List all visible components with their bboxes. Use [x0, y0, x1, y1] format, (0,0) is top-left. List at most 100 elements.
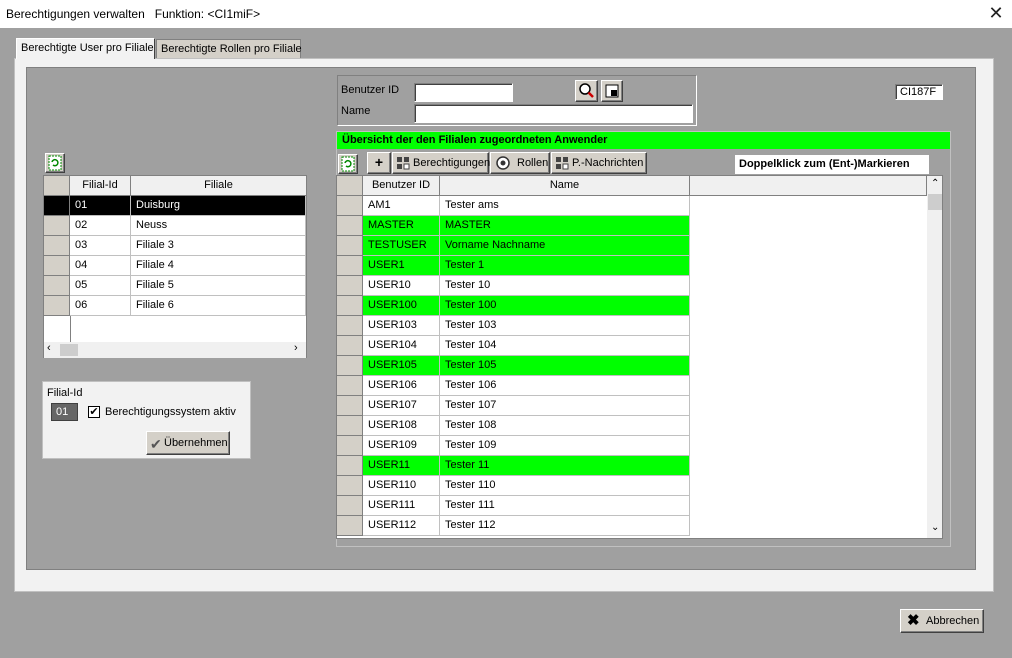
grid-divider	[70, 316, 71, 342]
cancel-button[interactable]: ✖ Abbrechen	[900, 609, 984, 633]
table-row[interactable]: USER111 Tester 111	[337, 496, 927, 516]
table-row[interactable]: 01 Duisburg	[44, 196, 306, 216]
window-title: Berechtigungen verwalten Funktion: <CI1m…	[6, 7, 261, 21]
name-input[interactable]	[414, 104, 693, 123]
apply-button[interactable]: ✔ Übernehmen	[146, 431, 230, 455]
branch-h-scrollbar[interactable]: ‹ ›	[44, 342, 306, 358]
table-row[interactable]: USER112 Tester 112	[337, 516, 927, 536]
table-row[interactable]: USER104 Tester 104	[337, 336, 927, 356]
table-row[interactable]: USER11 Tester 11	[337, 456, 927, 476]
branch-id-cell: 05	[70, 276, 131, 296]
clear-button[interactable]	[601, 80, 623, 102]
user-id-cell: USER1	[363, 256, 440, 276]
user-id-cell: USER109	[363, 436, 440, 456]
scroll-thumb[interactable]	[60, 344, 78, 356]
table-row[interactable]: USER103 Tester 103	[337, 316, 927, 336]
table-row[interactable]: 04 Filiale 4	[44, 256, 306, 276]
close-icon[interactable]: ✕	[984, 2, 1008, 24]
table-row[interactable]: 03 Filiale 3	[44, 236, 306, 256]
user-id-cell: USER107	[363, 396, 440, 416]
table-row[interactable]: 02 Neuss	[44, 216, 306, 236]
col-header-user-id[interactable]: Benutzer ID	[363, 176, 440, 196]
row-indicator[interactable]	[44, 276, 70, 296]
table-row[interactable]: MASTER MASTER	[337, 216, 927, 236]
chevron-down-icon[interactable]: ⌄	[931, 522, 939, 533]
row-indicator[interactable]	[44, 236, 70, 256]
messages-button[interactable]: P.-Nachrichten	[551, 152, 647, 174]
row-indicator[interactable]	[337, 496, 363, 516]
permissions-button[interactable]: Berechtigungen	[392, 152, 491, 174]
row-indicator[interactable]	[337, 336, 363, 356]
row-indicator[interactable]	[337, 476, 363, 496]
row-indicator[interactable]	[337, 356, 363, 376]
users-panel-header: Übersicht der den Filialen zugeordneten …	[337, 132, 950, 149]
table-row[interactable]: USER10 Tester 10	[337, 276, 927, 296]
row-indicator[interactable]	[337, 516, 363, 536]
add-user-button[interactable]: +	[367, 152, 391, 174]
branch-name-cell: Duisburg	[131, 196, 306, 216]
tab-roles-per-branch[interactable]: Berechtigte Rollen pro Filiale	[156, 39, 302, 59]
table-row[interactable]: USER110 Tester 110	[337, 476, 927, 496]
table-row[interactable]: 06 Filiale 6	[44, 296, 306, 316]
table-row[interactable]: USER108 Tester 108	[337, 416, 927, 436]
plus-icon: +	[374, 154, 384, 170]
row-indicator[interactable]	[337, 396, 363, 416]
row-indicator[interactable]	[337, 236, 363, 256]
table-row[interactable]: TESTUSER Vorname Nachname	[337, 236, 927, 256]
user-id-cell: USER100	[363, 296, 440, 316]
user-name-cell: Tester 110	[440, 476, 690, 496]
table-row[interactable]: USER105 Tester 105	[337, 356, 927, 376]
roles-label: Rollen	[517, 157, 549, 169]
user-id-cell: TESTUSER	[363, 236, 440, 256]
branch-name-cell: Filiale 3	[131, 236, 306, 256]
user-id-cell: USER103	[363, 316, 440, 336]
refresh-users-button[interactable]	[338, 154, 358, 174]
tab-label: Berechtigte Rollen pro Filiale	[161, 43, 302, 55]
search-button[interactable]	[575, 80, 598, 102]
user-id-cell: USER11	[363, 456, 440, 476]
col-header-empty	[690, 176, 927, 196]
scroll-thumb[interactable]	[928, 194, 942, 210]
user-id-cell: USER104	[363, 336, 440, 356]
row-indicator[interactable]	[337, 196, 363, 216]
branch-name-cell: Filiale 4	[131, 256, 306, 276]
table-row[interactable]: USER109 Tester 109	[337, 436, 927, 456]
user-name-cell: Vorname Nachname	[440, 236, 690, 256]
row-indicator[interactable]	[337, 456, 363, 476]
refresh-branches-button[interactable]	[45, 153, 65, 173]
row-indicator[interactable]	[44, 196, 70, 216]
user-name-cell: Tester 1	[440, 256, 690, 276]
table-row[interactable]: AM1 Tester ams	[337, 196, 927, 216]
col-header-branch-id[interactable]: Filial-Id	[70, 176, 131, 196]
chevron-up-icon[interactable]: ⌃	[931, 178, 939, 189]
table-row[interactable]: USER107 Tester 107	[337, 396, 927, 416]
row-indicator[interactable]	[337, 436, 363, 456]
active-checkbox[interactable]: ✔	[88, 406, 100, 418]
permissions-label: Berechtigungen	[413, 157, 491, 169]
user-id-input[interactable]	[414, 83, 513, 102]
roles-button[interactable]: Rollen	[490, 152, 550, 174]
row-indicator[interactable]	[337, 276, 363, 296]
table-row[interactable]: 05 Filiale 5	[44, 276, 306, 296]
row-indicator[interactable]	[337, 256, 363, 276]
tab-users-per-branch[interactable]: Berechtigte User pro Filiale	[16, 38, 155, 59]
col-header-branch[interactable]: Filiale	[131, 176, 307, 196]
table-row[interactable]: USER1 Tester 1	[337, 256, 927, 276]
chevron-right-icon[interactable]: ›	[294, 342, 298, 354]
users-v-scrollbar[interactable]: ⌃ ⌄	[927, 176, 942, 538]
row-indicator[interactable]	[337, 376, 363, 396]
chevron-left-icon[interactable]: ‹	[47, 342, 51, 354]
user-id-cell: USER10	[363, 276, 440, 296]
row-indicator[interactable]	[337, 296, 363, 316]
row-indicator[interactable]	[337, 416, 363, 436]
row-indicator[interactable]	[337, 316, 363, 336]
row-indicator[interactable]	[44, 216, 70, 236]
table-row[interactable]: USER100 Tester 100	[337, 296, 927, 316]
user-id-cell: USER106	[363, 376, 440, 396]
row-indicator[interactable]	[44, 256, 70, 276]
form-code: CI187F	[895, 84, 943, 100]
row-indicator[interactable]	[44, 296, 70, 316]
row-indicator[interactable]	[337, 216, 363, 236]
col-header-name[interactable]: Name	[440, 176, 690, 196]
table-row[interactable]: USER106 Tester 106	[337, 376, 927, 396]
